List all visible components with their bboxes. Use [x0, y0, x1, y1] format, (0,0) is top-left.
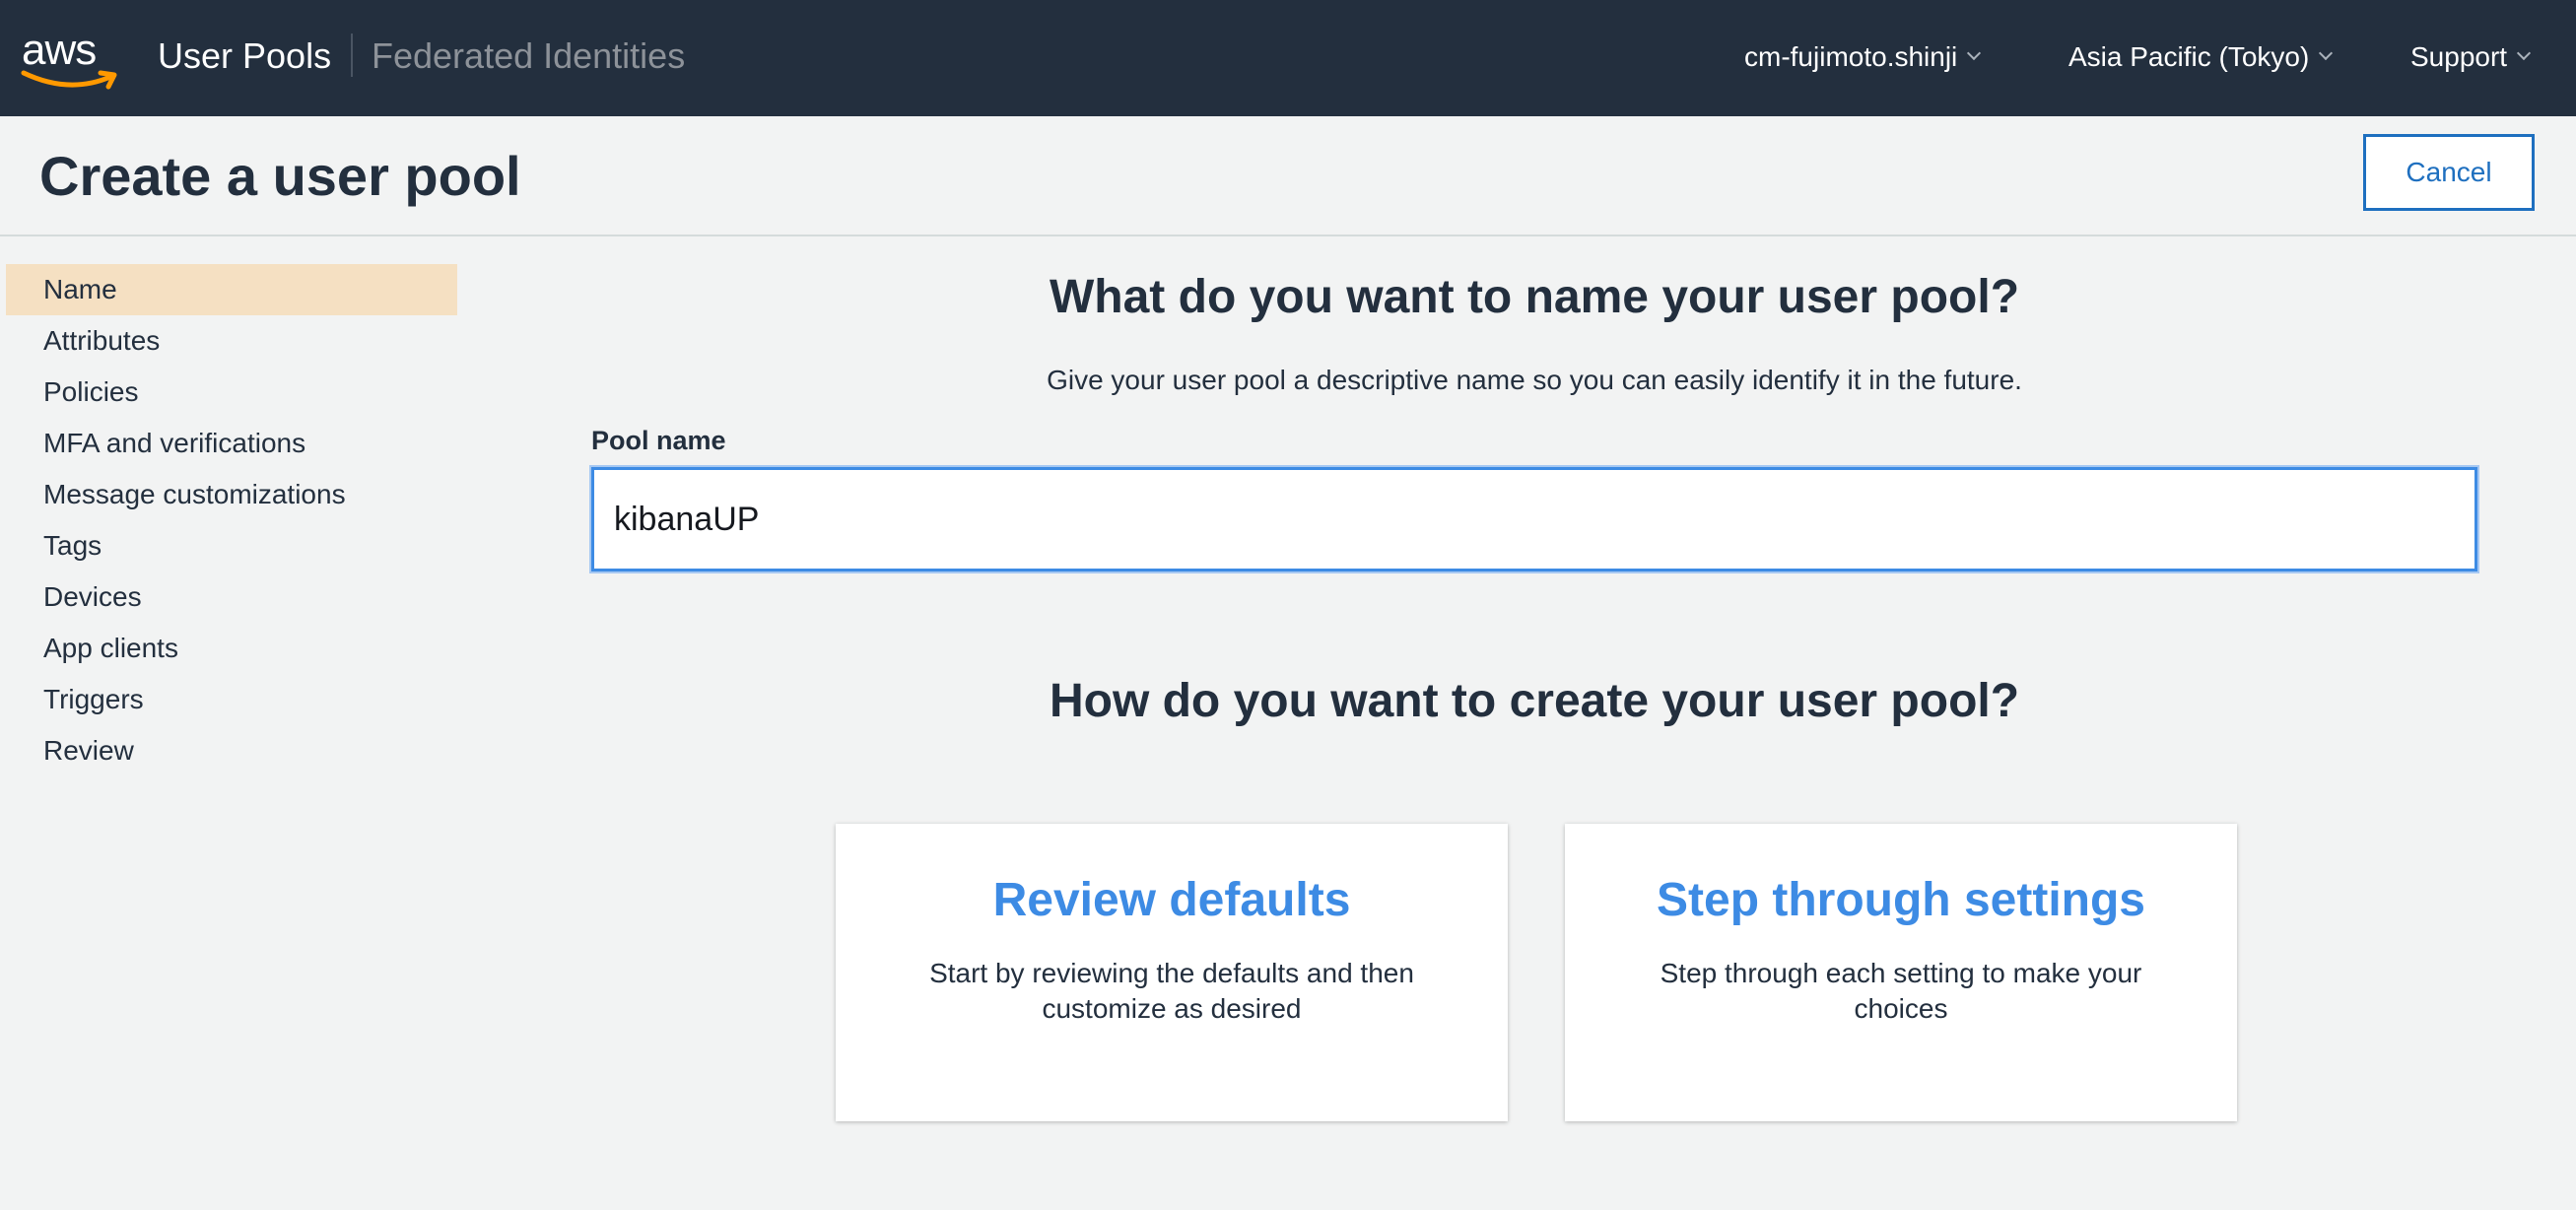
- support-label: Support: [2410, 41, 2508, 72]
- sidebar-item-policies[interactable]: Policies: [6, 367, 457, 418]
- step-through-settings-description: Step through each setting to make your c…: [1660, 958, 2142, 1024]
- create-section-heading: How do you want to create your user pool…: [1049, 675, 2020, 727]
- sidebar-item-name[interactable]: Name: [6, 264, 457, 315]
- page-title: Create a user pool: [39, 145, 521, 207]
- step-through-settings-card[interactable]: Step through settings Step through each …: [1565, 824, 2237, 1121]
- wizard-steps-sidebar: Name Attributes Policies MFA and verific…: [6, 264, 457, 776]
- sidebar-item-app-clients[interactable]: App clients: [6, 623, 457, 674]
- sidebar-item-triggers[interactable]: Triggers: [6, 674, 457, 725]
- chevron-down-icon: [1967, 45, 1982, 61]
- pool-name-input[interactable]: [591, 467, 2477, 571]
- region-menu[interactable]: Asia Pacific (Tokyo): [2068, 41, 2334, 73]
- step-through-settings-title: Step through settings: [1657, 874, 2145, 926]
- account-menu[interactable]: cm-fujimoto.shinji: [1744, 41, 1982, 73]
- support-menu[interactable]: Support: [2410, 41, 2532, 73]
- sidebar-item-review[interactable]: Review: [6, 725, 457, 776]
- chevron-down-icon: [2319, 45, 2334, 61]
- cancel-button[interactable]: Cancel: [2363, 134, 2535, 211]
- sidebar-item-attributes[interactable]: Attributes: [6, 315, 457, 367]
- region-name: Asia Pacific (Tokyo): [2068, 41, 2310, 72]
- sidebar-item-tags[interactable]: Tags: [6, 520, 457, 571]
- account-name: cm-fujimoto.shinji: [1744, 41, 1958, 72]
- page-header: Create a user pool Cancel: [0, 116, 2576, 236]
- review-defaults-card[interactable]: Review defaults Start by reviewing the d…: [836, 824, 1508, 1121]
- name-section-subtext: Give your user pool a descriptive name s…: [1047, 365, 2022, 395]
- aws-logo[interactable]: aws: [20, 26, 122, 97]
- top-navigation-bar: aws User Pools Federated Identities cm-f…: [0, 0, 2576, 116]
- sidebar-item-devices[interactable]: Devices: [6, 571, 457, 623]
- aws-logo-text: aws: [22, 26, 97, 74]
- pool-name-label: Pool name: [591, 426, 726, 455]
- nav-divider: [351, 34, 353, 77]
- sidebar-item-message-customizations[interactable]: Message customizations: [6, 469, 457, 520]
- review-defaults-description: Start by reviewing the defaults and then…: [929, 958, 1414, 1024]
- nav-user-pools[interactable]: User Pools: [158, 35, 331, 77]
- sidebar-item-mfa-and-verifications[interactable]: MFA and verifications: [6, 418, 457, 469]
- name-section-heading: What do you want to name your user pool?: [1049, 271, 2020, 323]
- review-defaults-title: Review defaults: [992, 874, 1351, 926]
- aws-smile-icon: [21, 70, 117, 90]
- chevron-down-icon: [2517, 45, 2532, 61]
- nav-federated-identities[interactable]: Federated Identities: [372, 35, 685, 77]
